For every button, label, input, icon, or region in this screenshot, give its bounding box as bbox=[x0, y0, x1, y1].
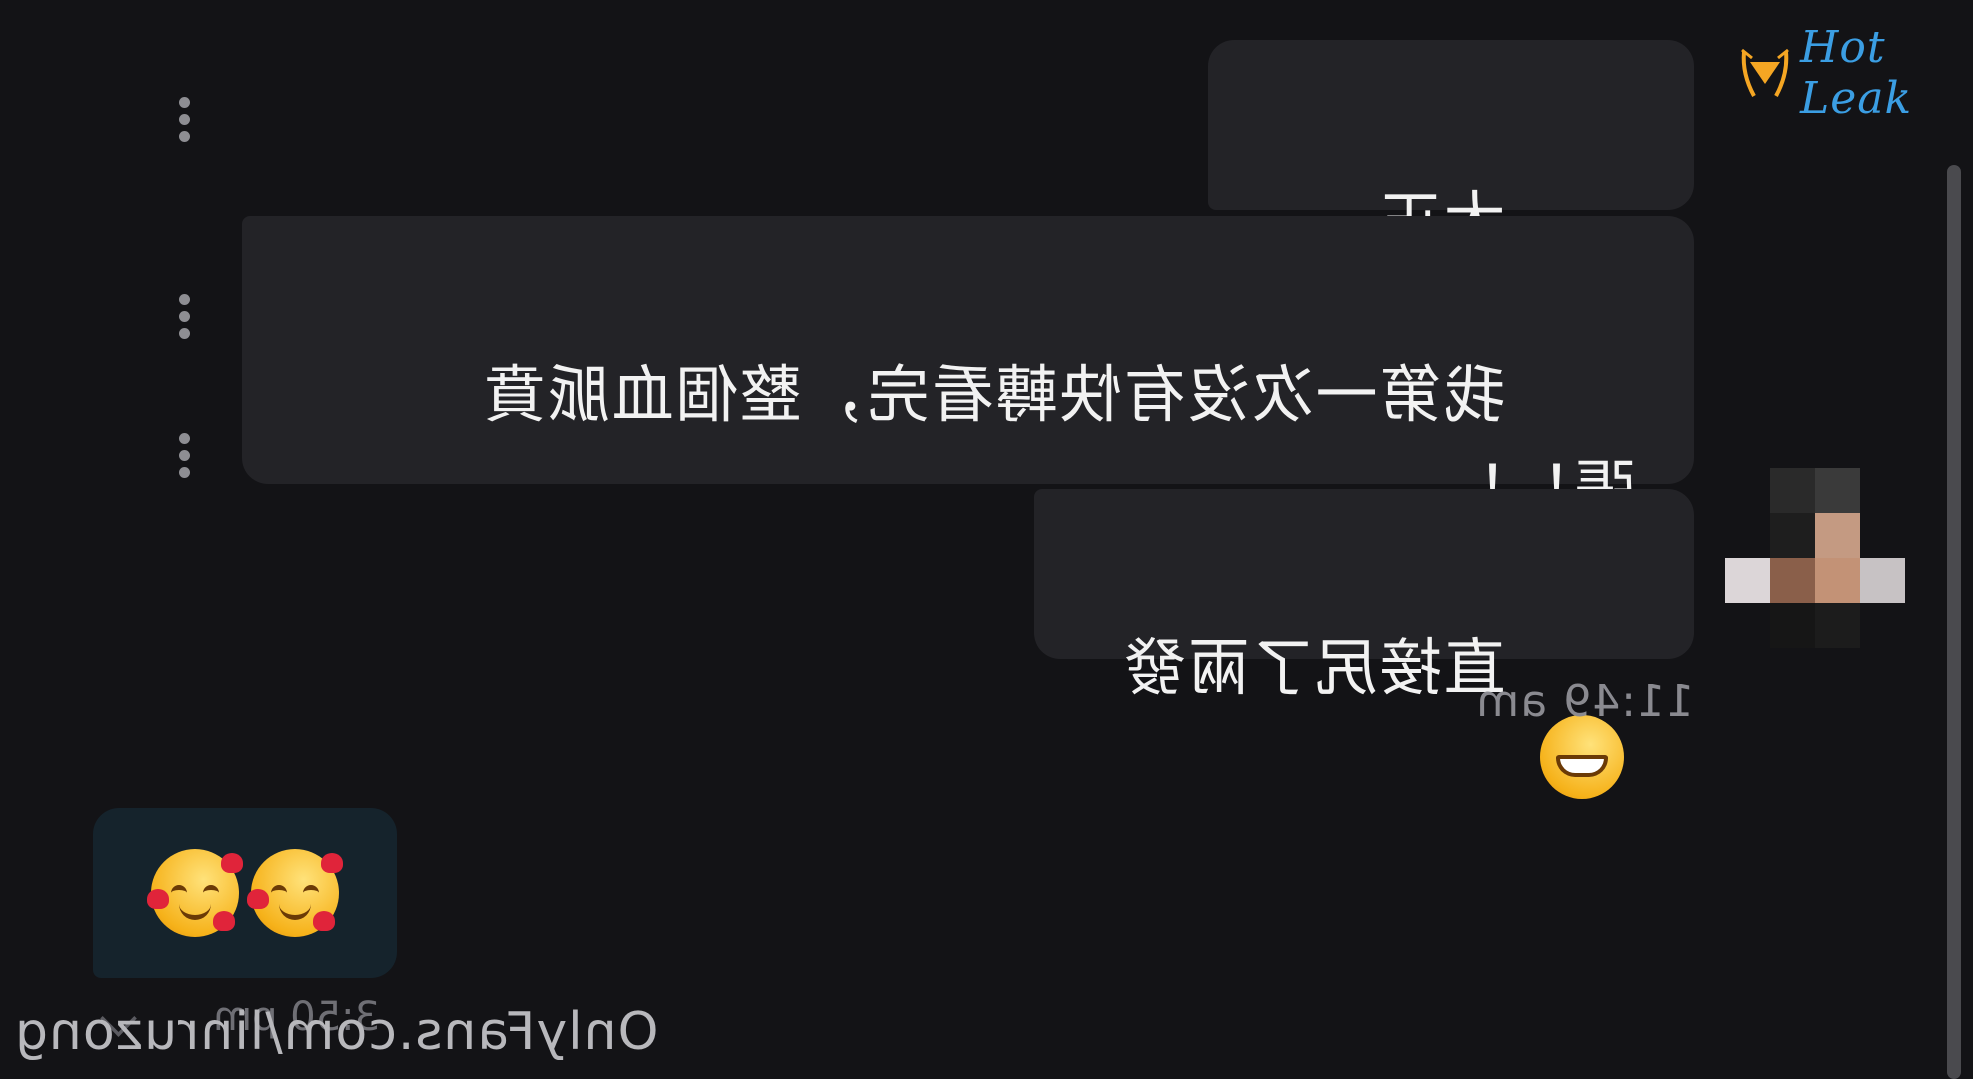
message-text: 直接尻了兩發 bbox=[1121, 631, 1506, 704]
smiling-face-with-hearts-icon bbox=[147, 849, 243, 937]
message-options-icon[interactable] bbox=[178, 433, 192, 478]
logo: Hot Leak bbox=[1738, 22, 1973, 124]
chat-canvas-mirrored: 大正了！！ 我第一次沒有快轉看完，整個血脈賁 張！！ 直接尻了兩發 11:49 … bbox=[0, 0, 1973, 1079]
message-options-icon[interactable] bbox=[178, 97, 192, 142]
grinning-face-icon bbox=[1540, 715, 1624, 799]
message-bubble[interactable]: 直接尻了兩發 bbox=[1034, 489, 1694, 799]
logo-text: Hot Leak bbox=[1800, 22, 1913, 124]
message-bubble[interactable]: 大正了！！ bbox=[1208, 40, 1694, 351]
chat-screen: 大正了！！ 我第一次沒有快轉看完，整個血脈賁 張！！ 直接尻了兩發 11:49 … bbox=[0, 0, 1973, 1079]
smiling-face-with-hearts-icon bbox=[247, 849, 343, 937]
watermark: OnlyFans.com/linruzong bbox=[14, 1002, 659, 1062]
incoming-message-bubble[interactable] bbox=[93, 808, 397, 978]
message-timestamp: 11:49 am bbox=[1475, 676, 1694, 727]
avatar[interactable] bbox=[1723, 468, 1905, 648]
message-options-icon[interactable] bbox=[178, 294, 192, 339]
hotleak-logo-icon bbox=[1738, 44, 1792, 102]
scrollbar[interactable] bbox=[1947, 165, 1961, 1079]
message-bubble[interactable]: 我第一次沒有快轉看完，整個血脈賁 張！！ bbox=[242, 216, 1694, 525]
